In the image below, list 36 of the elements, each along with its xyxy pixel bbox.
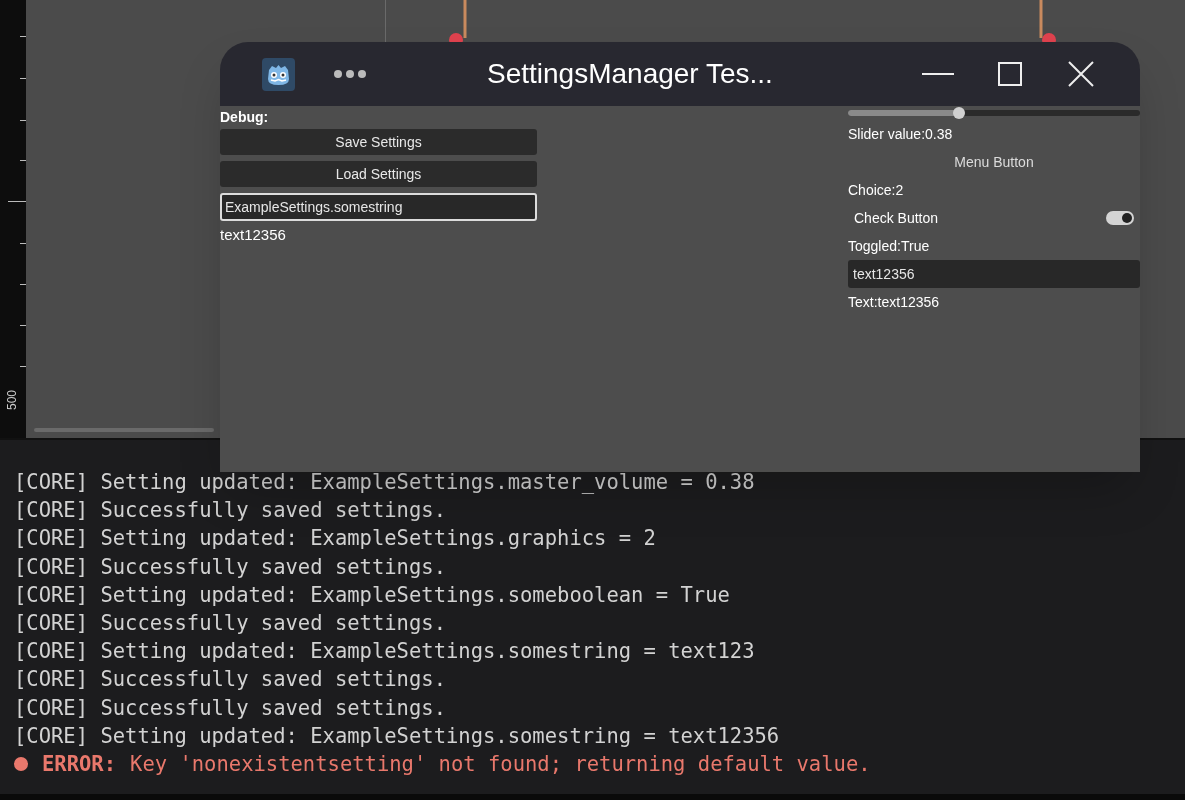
check-button[interactable]: Check Button [848, 204, 1140, 232]
debug-label: Debug: [220, 108, 270, 127]
more-icon[interactable] [333, 69, 367, 79]
window-title: SettingsManager Tes... [487, 57, 773, 91]
error-label: ERROR: [42, 751, 117, 779]
result-label: text12356 [220, 225, 287, 245]
check-button-label: Check Button [854, 208, 939, 228]
menu-button[interactable]: Menu Button [848, 148, 1140, 176]
log-line: [CORE] Setting updated: ExampleSettings.graphics = 2 [14, 525, 657, 553]
settings-button[interactable]: Save Settings [220, 129, 537, 155]
settings-button[interactable]: Load Settings [220, 161, 537, 187]
log-line: [CORE] Successfully saved settings. [14, 553, 447, 581]
slider[interactable] [848, 106, 1140, 120]
text-label: Text:text12356 [848, 293, 941, 312]
slider-value-label: Slider value:0.38 [848, 125, 954, 144]
app-logo-icon [262, 57, 295, 91]
close-icon[interactable] [1068, 61, 1094, 87]
minimize-icon[interactable] [922, 72, 954, 76]
log-line: [CORE] Successfully saved settings. [14, 666, 447, 694]
slider-thumb[interactable] [952, 107, 965, 119]
log-line: [CORE] Successfully saved settings. [14, 610, 447, 637]
log-line: [CORE] Setting updated: ExampleSettings.somestring = text123 [14, 638, 756, 666]
log-line: [CORE] Setting updated: ExampleSettings.somestring = text12356 [14, 722, 781, 750]
log-line: [CORE] Successfully saved settings. [14, 694, 447, 722]
error-message: Key 'nonexistentsetting' not found; returning default value. [130, 751, 871, 779]
text-input-field[interactable]: text12356 [848, 260, 1140, 288]
choice-label: Choice:2 [848, 181, 905, 200]
log-line: [CORE] Setting updated: ExampleSettings.master_volume = 0.38 [14, 469, 756, 496]
log-line: [CORE] Setting updated: ExampleSettings.someboolean = True [14, 581, 731, 609]
maximize-icon[interactable] [998, 62, 1022, 86]
toggle-switch[interactable] [1106, 211, 1134, 225]
error-dot-icon [14, 757, 28, 772]
key-input-field[interactable]: ExampleSettings.somestring [220, 193, 537, 221]
toggled-label: Toggled:True [848, 237, 931, 256]
ruler-label: 500 [6, 390, 18, 410]
log-line: [CORE] Successfully saved settings. [14, 497, 447, 525]
